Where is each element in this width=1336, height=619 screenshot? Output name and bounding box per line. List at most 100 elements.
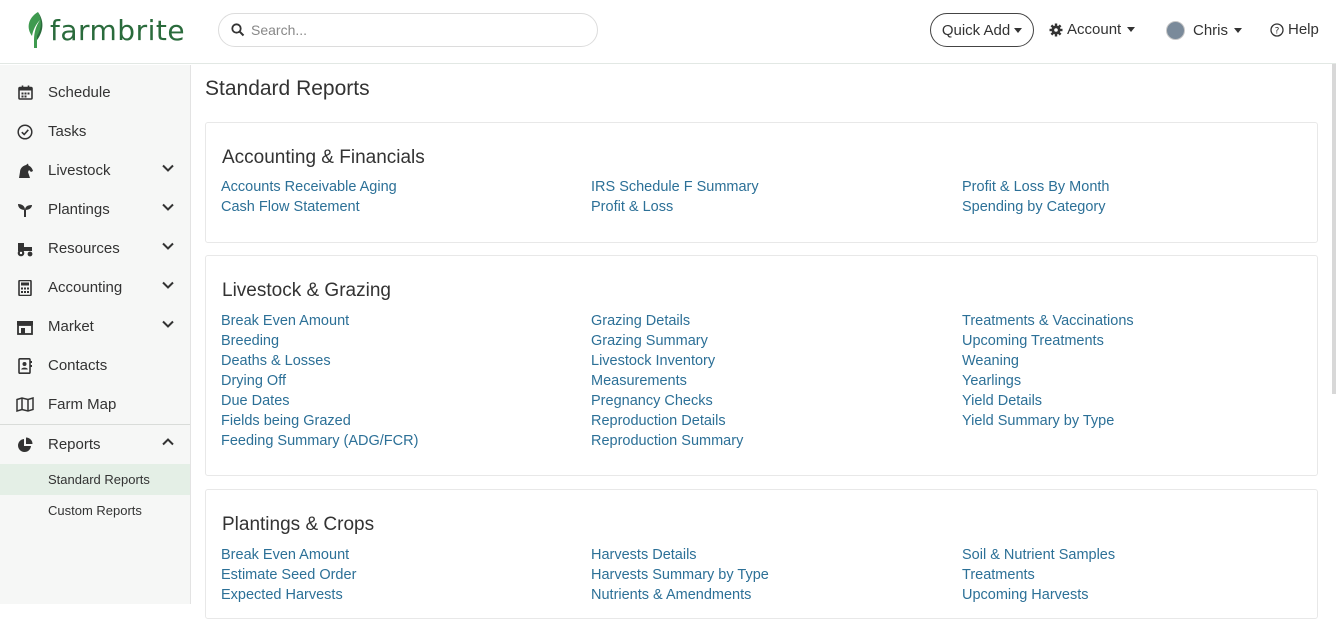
- report-link[interactable]: Reproduction Summary: [591, 431, 743, 451]
- report-column: Treatments & Vaccinations Upcoming Treat…: [962, 311, 1134, 431]
- report-link[interactable]: Livestock Inventory: [591, 351, 743, 371]
- report-link[interactable]: Drying Off: [221, 371, 418, 391]
- avatar: [1166, 21, 1185, 40]
- report-link[interactable]: Harvests Details: [591, 545, 769, 565]
- sidebar-item-reports[interactable]: Reports: [0, 425, 190, 464]
- report-link[interactable]: Treatments & Vaccinations: [962, 311, 1134, 331]
- search-box[interactable]: [218, 13, 598, 47]
- report-column: Grazing Details Grazing Summary Livestoc…: [591, 311, 743, 451]
- store-icon: [16, 318, 34, 336]
- report-column: Accounts Receivable Aging Cash Flow Stat…: [221, 177, 397, 217]
- sidebar-subitem-custom-reports[interactable]: Custom Reports: [0, 495, 190, 526]
- report-link[interactable]: Soil & Nutrient Samples: [962, 545, 1115, 565]
- sidebar-item-label: Tasks: [48, 123, 87, 140]
- page-scrollbar[interactable]: [1332, 64, 1336, 394]
- report-link[interactable]: Yield Details: [962, 391, 1134, 411]
- calendar-icon: [16, 84, 34, 102]
- report-section-livestock: Livestock & Grazing Break Even Amount Br…: [205, 255, 1318, 476]
- report-link[interactable]: Fields being Grazed: [221, 411, 418, 431]
- account-menu[interactable]: Account: [1049, 21, 1136, 38]
- report-link[interactable]: Cash Flow Statement: [221, 197, 397, 217]
- report-link[interactable]: Breeding: [221, 331, 418, 351]
- chevron-down-icon: [162, 164, 174, 172]
- report-link[interactable]: Spending by Category: [962, 197, 1109, 217]
- report-link[interactable]: Profit & Loss By Month: [962, 177, 1109, 197]
- top-bar: farmbrite Quick Add Account Chris: [0, 0, 1336, 64]
- sidebar-item-contacts[interactable]: Contacts: [0, 346, 190, 385]
- sidebar-item-farm-map[interactable]: Farm Map: [0, 385, 190, 424]
- gear-icon: [1049, 23, 1063, 36]
- report-link[interactable]: Break Even Amount: [221, 545, 356, 565]
- search-icon: [231, 23, 245, 37]
- user-name: Chris: [1193, 22, 1229, 39]
- report-link[interactable]: IRS Schedule F Summary: [591, 177, 759, 197]
- report-link[interactable]: Break Even Amount: [221, 311, 418, 331]
- sidebar-item-label: Schedule: [48, 84, 111, 101]
- section-title: Livestock & Grazing: [222, 280, 391, 301]
- report-link[interactable]: Nutrients & Amendments: [591, 585, 769, 605]
- sidebar-item-label: Contacts: [48, 357, 108, 374]
- report-link[interactable]: Yield Summary by Type: [962, 411, 1134, 431]
- report-link[interactable]: Feeding Summary (ADG/FCR): [221, 431, 418, 451]
- chevron-down-icon: [162, 320, 174, 328]
- chevron-up-icon: [162, 438, 174, 446]
- user-menu[interactable]: Chris: [1166, 21, 1243, 40]
- sidebar-item-plantings[interactable]: Plantings: [0, 190, 190, 229]
- report-link[interactable]: Due Dates: [221, 391, 418, 411]
- caret-down-icon: [1127, 27, 1136, 32]
- section-title: Accounting & Financials: [222, 147, 425, 168]
- horse-icon: [16, 162, 34, 180]
- search-input[interactable]: [251, 22, 571, 38]
- sidebar-item-schedule[interactable]: Schedule: [0, 73, 190, 112]
- account-label: Account: [1067, 21, 1122, 38]
- report-link[interactable]: Grazing Summary: [591, 331, 743, 351]
- sidebar-item-resources[interactable]: Resources: [0, 229, 190, 268]
- seedling-icon: [16, 201, 34, 219]
- quick-add-button[interactable]: Quick Add: [930, 13, 1034, 47]
- report-link[interactable]: Upcoming Harvests: [962, 585, 1115, 605]
- sidebar-item-label: Farm Map: [48, 396, 117, 413]
- address-book-icon: [16, 357, 34, 375]
- report-column: IRS Schedule F Summary Profit & Loss: [591, 177, 759, 217]
- sidebar-item-accounting[interactable]: Accounting: [0, 268, 190, 307]
- report-link[interactable]: Profit & Loss: [591, 197, 759, 217]
- help-label: Help: [1288, 21, 1319, 38]
- sidebar-item-market[interactable]: Market: [0, 307, 190, 346]
- report-link[interactable]: Expected Harvests: [221, 585, 356, 605]
- report-link[interactable]: Upcoming Treatments: [962, 331, 1134, 351]
- sidebar: Schedule Tasks Livestock Plantings Resou…: [0, 65, 191, 604]
- sidebar-item-tasks[interactable]: Tasks: [0, 112, 190, 151]
- chevron-down-icon: [162, 203, 174, 211]
- chevron-down-icon: [162, 281, 174, 289]
- sidebar-item-label: Resources: [48, 240, 120, 257]
- report-link[interactable]: Deaths & Losses: [221, 351, 418, 371]
- report-link[interactable]: Weaning: [962, 351, 1134, 371]
- report-link[interactable]: Accounts Receivable Aging: [221, 177, 397, 197]
- report-link[interactable]: Grazing Details: [591, 311, 743, 331]
- page-title: Standard Reports: [205, 77, 370, 100]
- sidebar-item-livestock[interactable]: Livestock: [0, 151, 190, 190]
- svg-text:?: ?: [1275, 26, 1280, 36]
- farmbrite-logo[interactable]: farmbrite: [24, 10, 185, 50]
- report-link[interactable]: Harvests Summary by Type: [591, 565, 769, 585]
- caret-down-icon: [1234, 28, 1243, 33]
- report-link[interactable]: Yearlings: [962, 371, 1134, 391]
- report-section-plantings: Plantings & Crops Break Even Amount Esti…: [205, 489, 1318, 619]
- quick-add-label: Quick Add: [941, 21, 1011, 39]
- report-link[interactable]: Reproduction Details: [591, 411, 743, 431]
- sidebar-item-label: Livestock: [48, 162, 111, 179]
- report-link[interactable]: Treatments: [962, 565, 1115, 585]
- report-column: Break Even Amount Estimate Seed Order Ex…: [221, 545, 356, 605]
- report-link[interactable]: Pregnancy Checks: [591, 391, 743, 411]
- pie-chart-icon: [16, 436, 34, 454]
- help-link[interactable]: ? Help: [1270, 21, 1319, 38]
- tractor-icon: [16, 240, 34, 258]
- sidebar-item-label: Market: [48, 318, 94, 335]
- sidebar-item-label: Accounting: [48, 279, 123, 296]
- section-title: Plantings & Crops: [222, 514, 375, 535]
- report-link[interactable]: Measurements: [591, 371, 743, 391]
- report-section-accounting: Accounting & Financials Accounts Receiva…: [205, 122, 1318, 243]
- report-link[interactable]: Estimate Seed Order: [221, 565, 356, 585]
- report-column: Harvests Details Harvests Summary by Typ…: [591, 545, 769, 605]
- sidebar-subitem-standard-reports[interactable]: Standard Reports: [0, 464, 190, 495]
